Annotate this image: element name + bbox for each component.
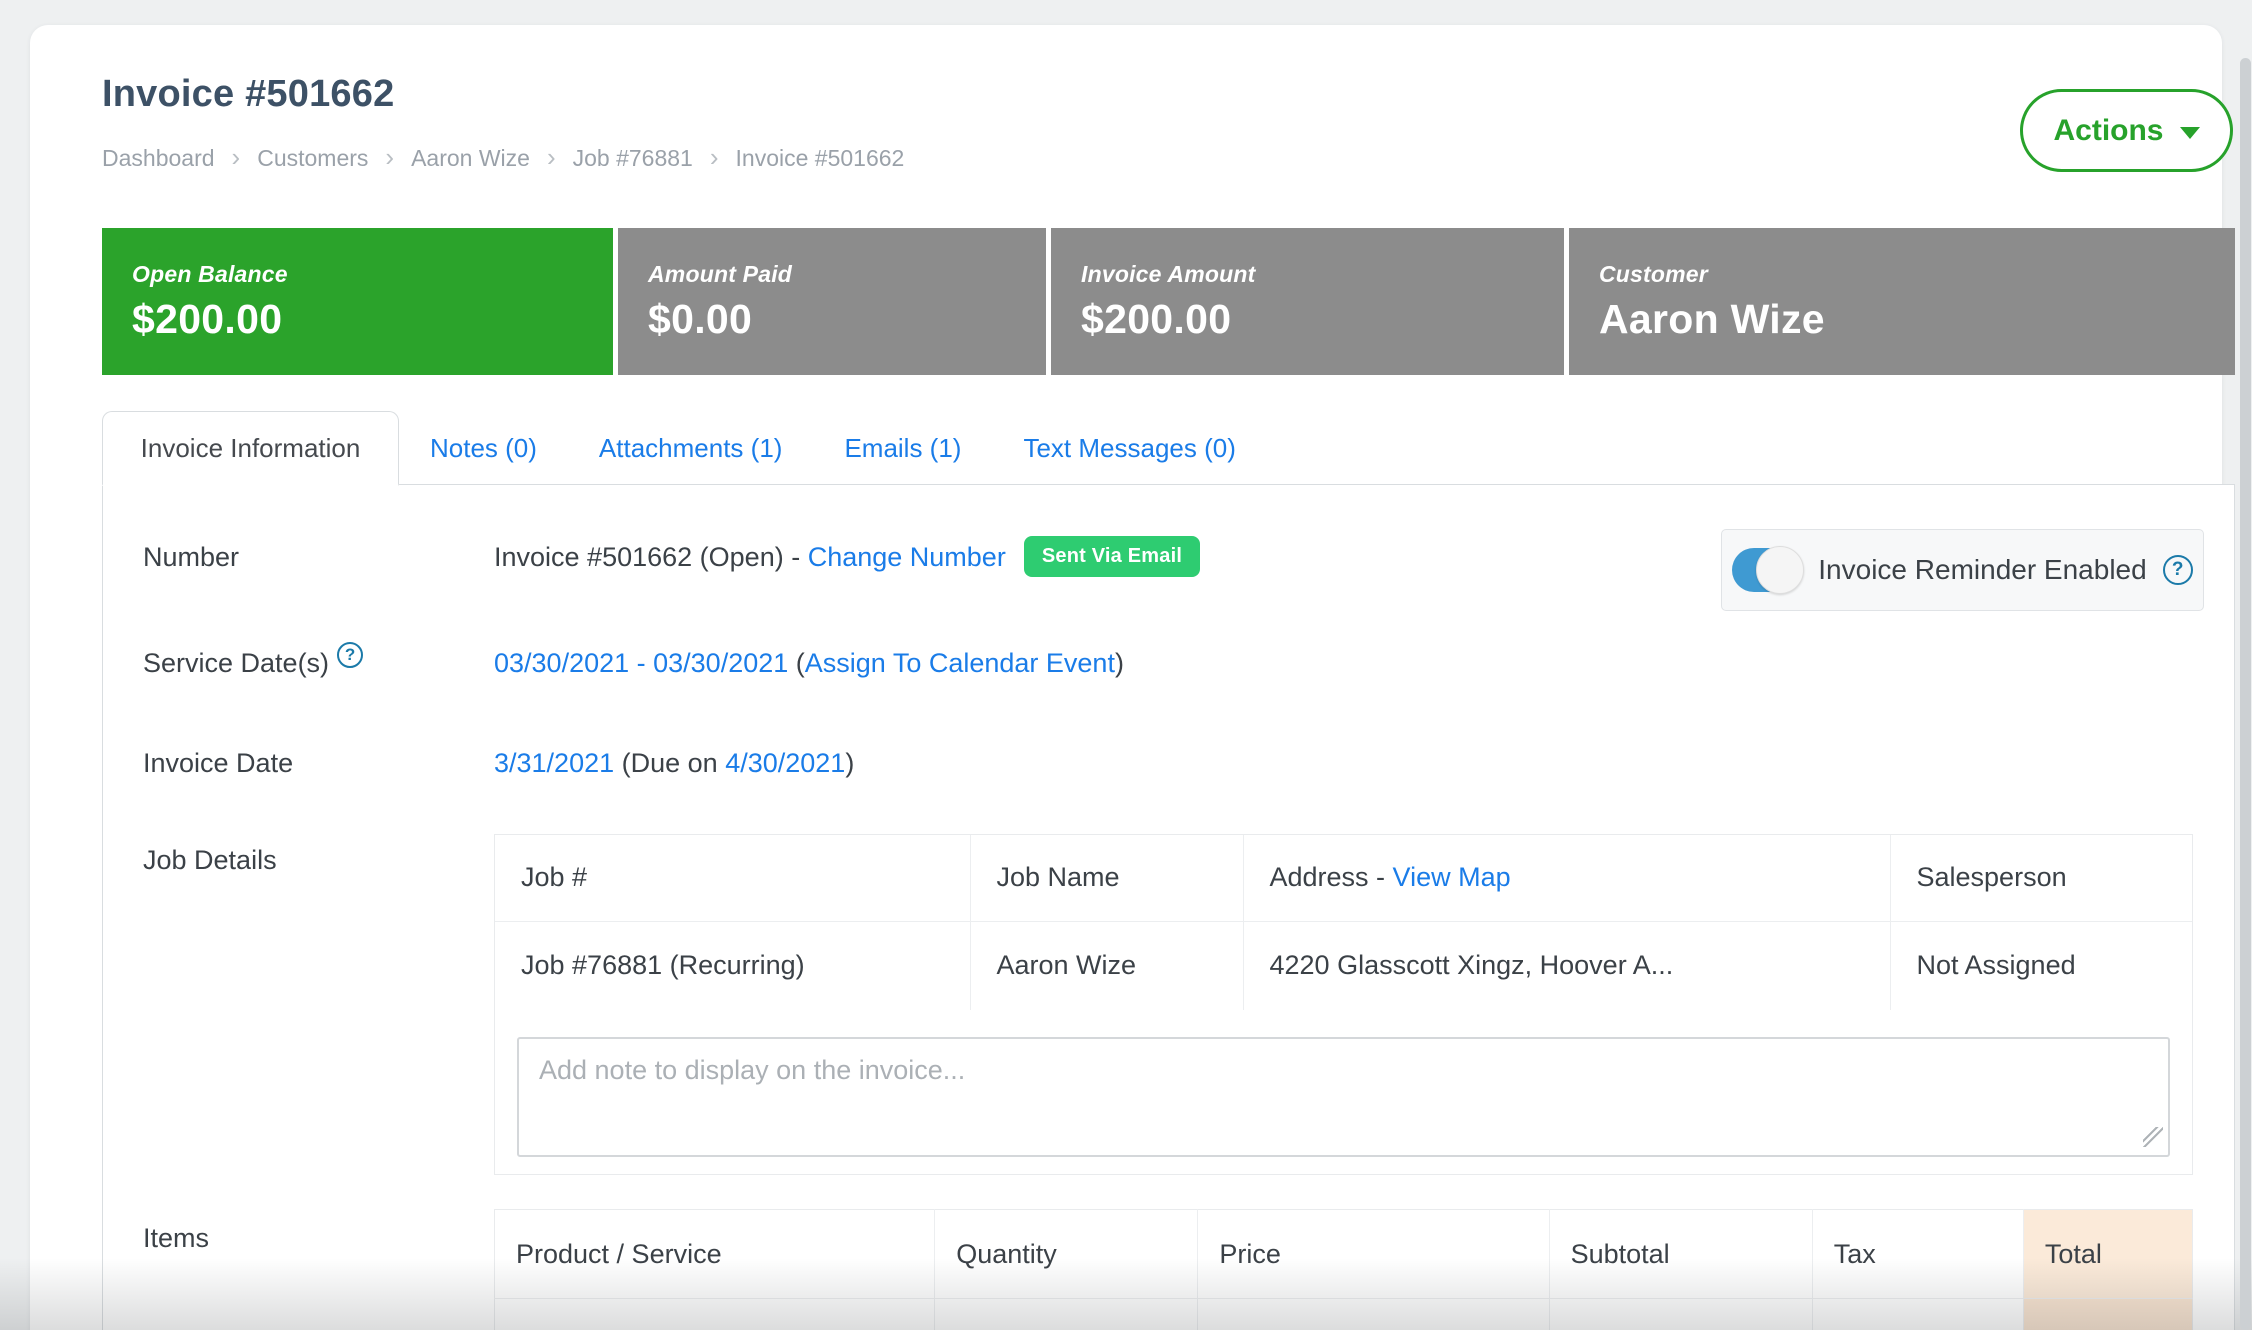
- chevron-right-icon: ›: [385, 144, 394, 170]
- tab-attachments[interactable]: Attachments (1): [568, 411, 814, 486]
- items-table: Product / Service Quantity Price Subtota…: [494, 1209, 2193, 1330]
- number-label: Number: [143, 542, 239, 573]
- main-card: Invoice #501662 Dashboard › Customers › …: [30, 25, 2222, 1330]
- job-details-table: Job # Job Name Address - View Map Salesp…: [495, 835, 2192, 1010]
- actions-button[interactable]: Actions: [2020, 89, 2233, 172]
- address-header: Address - View Map: [1243, 835, 1890, 921]
- address-header-text: Address -: [1270, 862, 1393, 892]
- amount-paid-label: Amount Paid: [648, 261, 1046, 288]
- items-label: Items: [143, 1223, 209, 1254]
- paren-close: ): [1115, 648, 1124, 678]
- breadcrumb-job[interactable]: Job #76881: [573, 145, 693, 172]
- item-total-cell: $200.00: [2023, 1299, 2192, 1330]
- quantity-header: Quantity: [935, 1210, 1198, 1299]
- open-balance-value: $200.00: [132, 296, 613, 343]
- product-service-header: Product / Service: [495, 1210, 935, 1299]
- invoice-page: Invoice #501662 Dashboard › Customers › …: [0, 0, 2252, 1330]
- invoice-reminder-toggle[interactable]: [1732, 548, 1802, 592]
- invoice-reminder-box: Invoice Reminder Enabled ?: [1721, 529, 2204, 611]
- invoice-note-input[interactable]: [517, 1037, 2170, 1157]
- assign-to-calendar-event-link[interactable]: Assign To Calendar Event: [805, 648, 1115, 678]
- service-date-range-link[interactable]: 03/30/2021 - 03/30/2021: [494, 648, 788, 678]
- item-product-cell: Monthy Rate: [495, 1299, 935, 1330]
- job-address-cell: 4220 Glasscott Xingz, Hoover A...: [1243, 921, 1890, 1010]
- paren-open: (: [788, 648, 805, 678]
- invoice-reminder-label: Invoice Reminder Enabled: [1818, 554, 2146, 586]
- open-balance-card: Open Balance $200.00: [102, 228, 613, 375]
- item-quantity-cell: 1.00: [935, 1299, 1198, 1330]
- customer-card: Customer Aaron Wize: [1569, 228, 2235, 375]
- invoice-information-panel: Number Invoice #501662 (Open) - Change N…: [102, 484, 2235, 1330]
- sent-via-email-badge: Sent Via Email: [1024, 536, 1200, 577]
- job-salesperson-cell: Not Assigned: [1890, 921, 2192, 1010]
- salesperson-header: Salesperson: [1890, 835, 2192, 921]
- job-number-cell: Job #76881 (Recurring): [495, 921, 970, 1010]
- breadcrumb-current-invoice: Invoice #501662: [736, 145, 905, 172]
- due-on-text: (Due on: [614, 748, 725, 778]
- amount-paid-card: Amount Paid $0.00: [618, 228, 1046, 375]
- job-table-row: Job #76881 (Recurring) Aaron Wize 4220 G…: [495, 921, 2192, 1010]
- subtotal-header: Subtotal: [1549, 1210, 1812, 1299]
- item-tax-cell: $0.00: [1812, 1299, 2023, 1330]
- chevron-right-icon: ›: [232, 144, 241, 170]
- service-dates-label-text: Service Date(s): [143, 648, 329, 678]
- view-map-link[interactable]: View Map: [1393, 862, 1511, 892]
- customer-label: Customer: [1599, 261, 2235, 288]
- price-header: Price: [1198, 1210, 1549, 1299]
- invoice-date-value: 3/31/2021 (Due on 4/30/2021): [494, 748, 854, 779]
- total-header: Total: [2023, 1210, 2192, 1299]
- toggle-knob: [1756, 546, 1804, 594]
- number-dash: -: [784, 542, 808, 572]
- invoice-number-text: Invoice #501662 (Open): [494, 542, 784, 572]
- reminder-help-icon[interactable]: ?: [2163, 555, 2193, 585]
- due-close-paren: ): [845, 748, 854, 778]
- breadcrumb: Dashboard › Customers › Aaron Wize › Job…: [102, 145, 904, 172]
- tab-invoice-information[interactable]: Invoice Information: [102, 411, 399, 486]
- amount-paid-value: $0.00: [648, 296, 1046, 343]
- change-number-link[interactable]: Change Number: [808, 542, 1006, 572]
- actions-button-label: Actions: [2053, 114, 2163, 148]
- chevron-right-icon: ›: [547, 144, 556, 170]
- job-details-label: Job Details: [143, 845, 277, 876]
- job-name-cell: Aaron Wize: [970, 921, 1243, 1010]
- tab-notes[interactable]: Notes (0): [399, 411, 568, 486]
- item-subtotal-cell: $200.00: [1549, 1299, 1812, 1330]
- open-balance-label: Open Balance: [132, 261, 613, 288]
- invoice-amount-label: Invoice Amount: [1081, 261, 1564, 288]
- invoice-amount-card: Invoice Amount $200.00: [1051, 228, 1564, 375]
- service-dates-label: Service Date(s)?: [143, 648, 363, 679]
- invoice-date-link[interactable]: 3/31/2021: [494, 748, 614, 778]
- tabs-bar: Invoice Information Notes (0) Attachment…: [102, 411, 1267, 486]
- service-dates-value: 03/30/2021 - 03/30/2021 (Assign To Calen…: [494, 648, 1124, 679]
- job-number-header: Job #: [495, 835, 970, 921]
- breadcrumb-customers[interactable]: Customers: [257, 145, 368, 172]
- job-name-header: Job Name: [970, 835, 1243, 921]
- vertical-scrollbar[interactable]: [2240, 58, 2251, 1330]
- items-header-row: Product / Service Quantity Price Subtota…: [495, 1210, 2193, 1299]
- tab-text-messages[interactable]: Text Messages (0): [992, 411, 1266, 486]
- item-price-cell: $200.00 / Ea: [1198, 1299, 1549, 1330]
- service-dates-help-icon[interactable]: ?: [337, 642, 363, 668]
- item-row: Monthy Rate 1.00 $200.00 / Ea $200.00 $0…: [495, 1299, 2193, 1330]
- number-value: Invoice #501662 (Open) - Change NumberSe…: [494, 540, 1200, 581]
- invoice-date-label: Invoice Date: [143, 748, 293, 779]
- chevron-right-icon: ›: [710, 144, 719, 170]
- job-table-header-row: Job # Job Name Address - View Map Salesp…: [495, 835, 2192, 921]
- due-date-link[interactable]: 4/30/2021: [725, 748, 845, 778]
- tax-header: Tax: [1812, 1210, 2023, 1299]
- job-details-container: Job # Job Name Address - View Map Salesp…: [494, 834, 2193, 1175]
- page-title: Invoice #501662: [102, 73, 394, 116]
- summary-cards-row: Open Balance $200.00 Amount Paid $0.00 I…: [102, 228, 2235, 375]
- customer-value: Aaron Wize: [1599, 296, 2235, 343]
- breadcrumb-customer-name[interactable]: Aaron Wize: [411, 145, 530, 172]
- caret-down-icon: [2180, 127, 2200, 139]
- breadcrumb-dashboard[interactable]: Dashboard: [102, 145, 215, 172]
- invoice-amount-value: $200.00: [1081, 296, 1564, 343]
- tab-emails[interactable]: Emails (1): [813, 411, 992, 486]
